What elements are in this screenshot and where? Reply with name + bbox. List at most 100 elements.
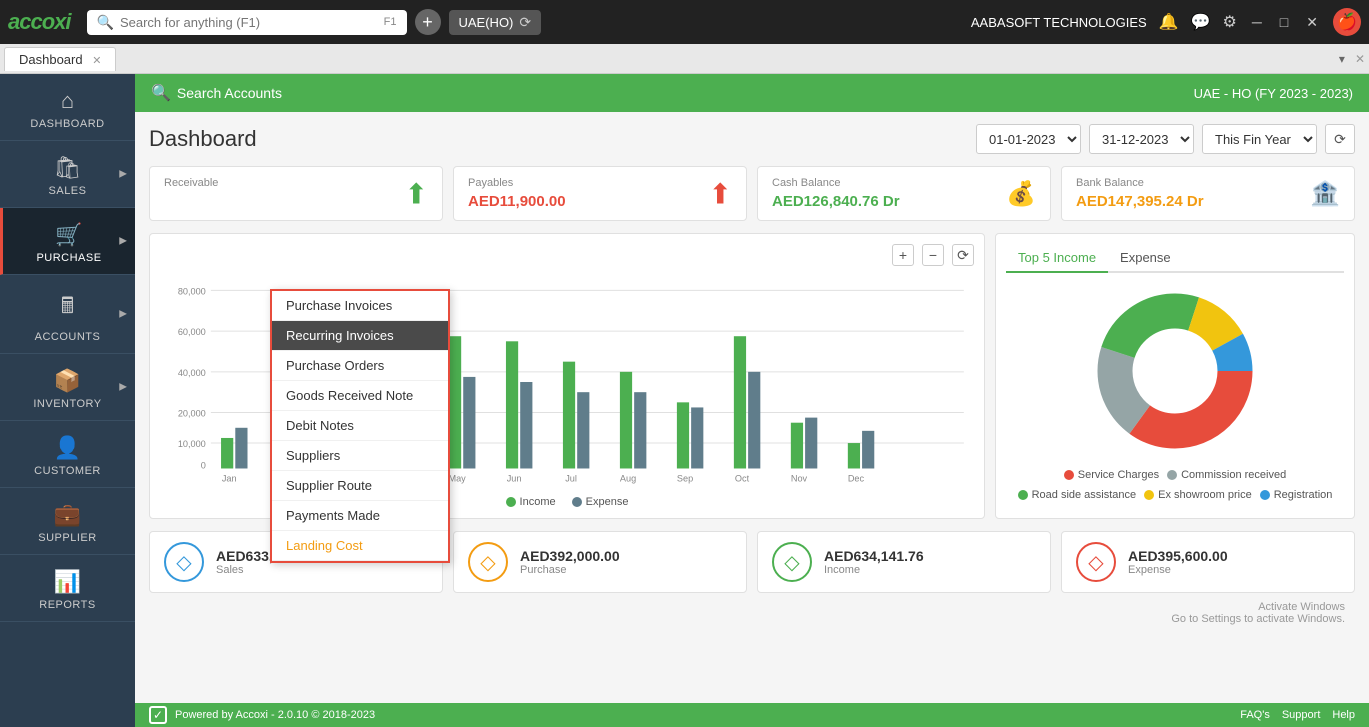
menu-item-goods-received-note[interactable]: Goods Received Note bbox=[272, 381, 448, 411]
card-label: Cash Balance bbox=[772, 177, 1036, 189]
income-summary-icon: ◇ bbox=[772, 542, 812, 582]
sidebar-item-purchase[interactable]: 🛒 PURCHASE ▶ bbox=[0, 208, 135, 275]
add-button[interactable]: + bbox=[415, 9, 441, 35]
income-summary-info: AED634,141.76 Income bbox=[824, 548, 924, 576]
payables-card: Payables AED11,900.00 ⬆ bbox=[453, 166, 747, 221]
settings-icon[interactable]: ⚙ bbox=[1223, 12, 1237, 32]
donut-chart-card: Top 5 Income Expense bbox=[995, 233, 1355, 519]
card-amount: AED147,395.24 Dr bbox=[1076, 193, 1340, 210]
purchase-summary-info: AED392,000.00 Purchase bbox=[520, 548, 620, 576]
sidebar-item-dashboard[interactable]: ⌂ DASHBOARD bbox=[0, 74, 135, 141]
chart-zoom-out-button[interactable]: − bbox=[922, 244, 944, 266]
top-right-area: AABASOFT TECHNOLOGIES 🔔 💬 ⚙ ─ □ ✕ 🍎 bbox=[971, 8, 1361, 36]
tab-expense[interactable]: Expense bbox=[1108, 244, 1183, 271]
tab-close-all-icon[interactable]: ✕ bbox=[1355, 52, 1365, 66]
income-dot bbox=[506, 497, 516, 507]
sidebar-item-label: INVENTORY bbox=[33, 398, 101, 410]
svg-text:60,000: 60,000 bbox=[178, 327, 206, 337]
sidebar-item-label: PURCHASE bbox=[36, 252, 101, 264]
expense-summary-icon: ◇ bbox=[1076, 542, 1116, 582]
svg-text:Jan: Jan bbox=[222, 474, 237, 484]
sidebar-item-label: DASHBOARD bbox=[30, 118, 104, 130]
global-search-box[interactable]: 🔍 F1 bbox=[87, 10, 407, 35]
card-label: Payables bbox=[468, 177, 732, 189]
roadside-dot bbox=[1018, 490, 1028, 500]
sidebar-item-customer[interactable]: 👤 CUSTOMER bbox=[0, 421, 135, 488]
receivable-card: Receivable ⬆ bbox=[149, 166, 443, 221]
tab-arrow-icon[interactable]: ▾ bbox=[1333, 52, 1351, 66]
income-amount: AED634,141.76 bbox=[824, 548, 924, 564]
inventory-icon: 📦 bbox=[54, 368, 81, 394]
sidebar-item-label: SUPPLIER bbox=[38, 532, 96, 544]
expense-label: Expense bbox=[1128, 564, 1228, 576]
support-link[interactable]: Support bbox=[1282, 709, 1321, 721]
content-area: 🔍 Search Accounts UAE - HO (FY 2023 - 20… bbox=[135, 74, 1369, 727]
date-filter: 01-01-2023 31-12-2023 This Fin Year ⟳ bbox=[976, 124, 1355, 154]
purchase-summary-icon: ◇ bbox=[468, 542, 508, 582]
menu-item-landing-cost[interactable]: Landing Cost bbox=[272, 531, 448, 561]
sidebar-item-accounts[interactable]: 🖩 ACCOUNTS ▶ bbox=[0, 275, 135, 354]
company-period-label: UAE - HO (FY 2023 - 2023) bbox=[1194, 86, 1353, 101]
sales-icon: 🛍 bbox=[54, 155, 82, 181]
chart-zoom-in-button[interactable]: + bbox=[892, 244, 914, 266]
search-accounts-btn[interactable]: 🔍 Search Accounts bbox=[151, 83, 282, 103]
sales-label: Sales bbox=[216, 564, 316, 576]
close-button[interactable]: ✕ bbox=[1303, 14, 1321, 31]
sidebar-item-inventory[interactable]: 📦 INVENTORY ▶ bbox=[0, 354, 135, 421]
legend-registration: Registration bbox=[1260, 489, 1333, 501]
menu-item-recurring-invoices[interactable]: Recurring Invoices bbox=[272, 321, 448, 351]
faq-link[interactable]: FAQ's bbox=[1240, 709, 1270, 721]
donut-legend: Service Charges Commission received Road… bbox=[1006, 469, 1344, 501]
tab-bar: Dashboard ✕ ▾ ✕ bbox=[0, 44, 1369, 74]
help-link[interactable]: Help bbox=[1332, 709, 1355, 721]
user-name: AABASOFT TECHNOLOGIES bbox=[971, 15, 1147, 30]
sidebar-item-reports[interactable]: 📊 REPORTS bbox=[0, 555, 135, 622]
dashboard-refresh-button[interactable]: ⟳ bbox=[1325, 124, 1355, 154]
card-label: Bank Balance bbox=[1076, 177, 1340, 189]
svg-text:Sep: Sep bbox=[677, 474, 693, 484]
minimize-button[interactable]: ─ bbox=[1249, 14, 1265, 30]
search-input[interactable] bbox=[120, 15, 378, 30]
tab-label: Dashboard bbox=[19, 52, 83, 67]
menu-item-suppliers[interactable]: Suppliers bbox=[272, 441, 448, 471]
region-selector[interactable]: UAE(HO) ⟳ bbox=[449, 10, 542, 35]
notification-icon[interactable]: 🔔 bbox=[1159, 12, 1179, 32]
sidebar-item-supplier[interactable]: 💼 SUPPLIER bbox=[0, 488, 135, 555]
date-from-select[interactable]: 01-01-2023 bbox=[976, 124, 1081, 154]
region-refresh-icon[interactable]: ⟳ bbox=[519, 14, 531, 31]
payables-icon: ⬆ bbox=[709, 177, 732, 210]
svg-text:40,000: 40,000 bbox=[178, 368, 206, 378]
menu-item-payments-made[interactable]: Payments Made bbox=[272, 501, 448, 531]
purchase-label: Purchase bbox=[520, 564, 620, 576]
dashboard-title-row: Dashboard 01-01-2023 31-12-2023 This Fin… bbox=[149, 124, 1355, 154]
tab-top-income[interactable]: Top 5 Income bbox=[1006, 244, 1108, 273]
tab-close-icon[interactable]: ✕ bbox=[92, 55, 101, 67]
message-icon[interactable]: 💬 bbox=[1191, 12, 1211, 32]
expense-amount: AED395,600.00 bbox=[1128, 548, 1228, 564]
period-select[interactable]: This Fin Year bbox=[1202, 124, 1317, 154]
purchase-amount: AED392,000.00 bbox=[520, 548, 620, 564]
legend-roadside: Road side assistance bbox=[1018, 489, 1137, 501]
card-amount: AED126,840.76 Dr bbox=[772, 193, 1036, 210]
income-label: Income bbox=[520, 496, 556, 508]
sidebar: ⌂ DASHBOARD 🛍 SALES ▶ 🛒 PURCHASE ▶ 🖩 ACC… bbox=[0, 74, 135, 727]
date-to-select[interactable]: 31-12-2023 bbox=[1089, 124, 1194, 154]
region-label: UAE(HO) bbox=[459, 15, 514, 30]
menu-item-debit-notes[interactable]: Debit Notes bbox=[272, 411, 448, 441]
dashboard-tab[interactable]: Dashboard ✕ bbox=[4, 47, 116, 71]
chevron-right-icon: ▶ bbox=[119, 236, 127, 247]
sidebar-item-label: REPORTS bbox=[39, 599, 95, 611]
green-header: 🔍 Search Accounts UAE - HO (FY 2023 - 20… bbox=[135, 74, 1369, 112]
menu-item-purchase-orders[interactable]: Purchase Orders bbox=[272, 351, 448, 381]
maximize-button[interactable]: □ bbox=[1277, 14, 1291, 30]
menu-item-purchase-invoices[interactable]: Purchase Invoices bbox=[272, 291, 448, 321]
bank-icon: 🏦 bbox=[1310, 179, 1340, 208]
activate-windows-text: Activate Windows bbox=[149, 601, 1345, 613]
sidebar-item-sales[interactable]: 🛍 SALES ▶ bbox=[0, 141, 135, 208]
chevron-right-icon: ▶ bbox=[119, 382, 127, 393]
page-title: Dashboard bbox=[149, 126, 966, 152]
menu-item-supplier-route[interactable]: Supplier Route bbox=[272, 471, 448, 501]
exshowroom-dot bbox=[1144, 490, 1154, 500]
chart-refresh-button[interactable]: ⟳ bbox=[952, 244, 974, 266]
svg-text:Jun: Jun bbox=[507, 474, 522, 484]
